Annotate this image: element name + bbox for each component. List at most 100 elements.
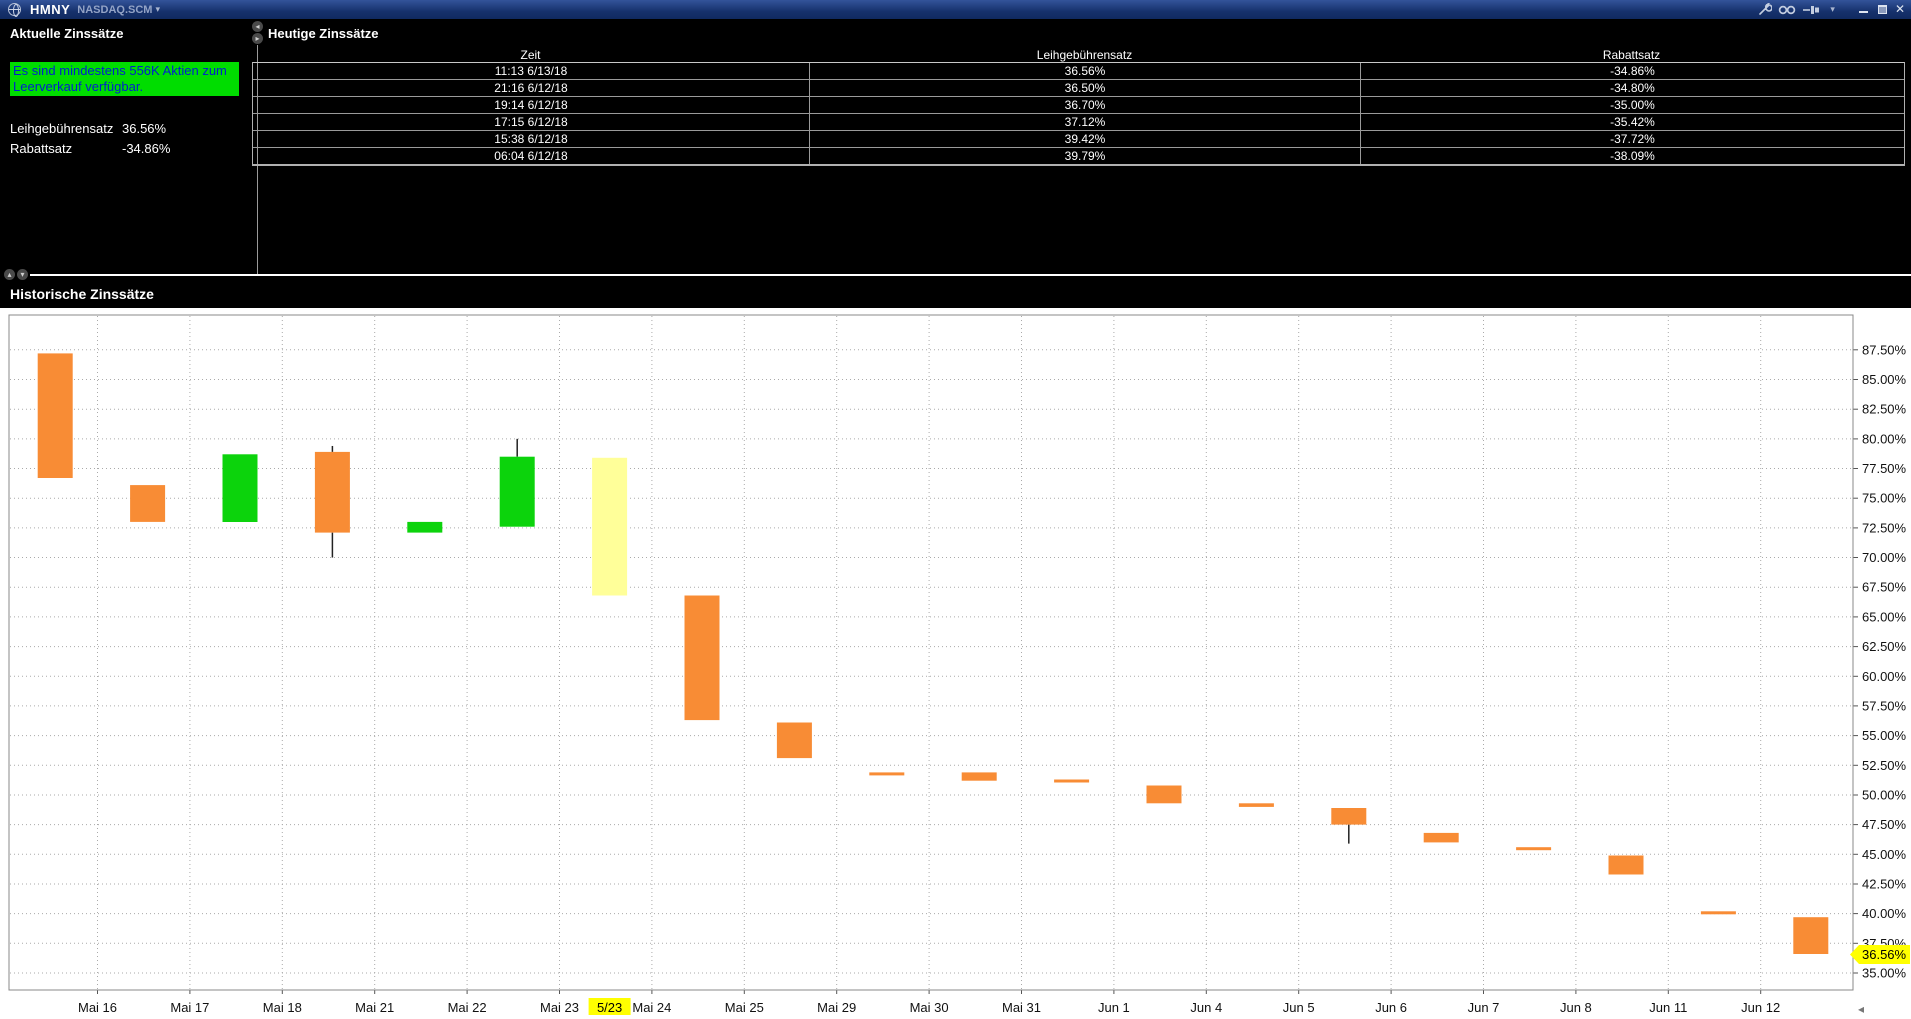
x-axis-tick: Mai 29 xyxy=(817,1000,856,1015)
x-axis-tick: Mai 18 xyxy=(263,1000,302,1015)
table-cell: 21:16 6/12/18 xyxy=(253,80,810,96)
candle xyxy=(685,596,720,721)
table-cell: 39.79% xyxy=(810,148,1361,164)
candle xyxy=(130,485,165,522)
table-row[interactable]: 21:16 6/12/1836.50%-34.80% xyxy=(253,80,1904,97)
candle xyxy=(869,772,904,775)
candle xyxy=(38,353,73,478)
table-cell: 39.42% xyxy=(810,131,1361,147)
candle xyxy=(1516,847,1551,850)
table-cell: 17:15 6/12/18 xyxy=(253,114,810,130)
candle xyxy=(777,723,812,759)
candle xyxy=(1793,917,1828,954)
candle xyxy=(1147,786,1182,804)
pin-icon[interactable] xyxy=(1803,5,1821,15)
app-window: HMNY NASDAQ.SCM ▾ ▾ ✕ Aktuelle Zinssätze… xyxy=(0,0,1911,1019)
table-cell: 11:13 6/13/18 xyxy=(253,63,810,79)
shortable-notice-line1: Es sind mindestens 556K Aktien zum xyxy=(13,63,236,79)
candle xyxy=(1331,808,1366,825)
y-axis-tick: 67.50% xyxy=(1862,580,1907,595)
history-chart: 87.50%85.00%82.50%80.00%77.50%75.00%72.5… xyxy=(0,308,1911,1019)
panel-next-button[interactable]: ▸ xyxy=(252,33,263,44)
x-axis-tick: Mai 17 xyxy=(170,1000,209,1015)
splitter-up-button[interactable]: ▴ xyxy=(4,269,15,280)
y-axis-tick: 70.00% xyxy=(1862,550,1907,565)
table-cell: 19:14 6/12/18 xyxy=(253,97,810,113)
x-axis-tick: Mai 25 xyxy=(725,1000,764,1015)
table-row[interactable]: 19:14 6/12/1836.70%-35.00% xyxy=(253,97,1904,114)
table-row[interactable]: 06:04 6/12/1839.79%-38.09% xyxy=(253,148,1904,165)
section-splitter[interactable] xyxy=(30,274,1911,276)
cursor-x-label: 5/23 xyxy=(597,1000,622,1015)
table-header-row: Zeit Leihgebührensatz Rabattsatz xyxy=(252,48,1905,62)
candle xyxy=(315,452,350,533)
x-axis-tick: Mai 30 xyxy=(910,1000,949,1015)
x-axis-tick: Mai 16 xyxy=(78,1000,117,1015)
table-row[interactable]: 15:38 6/12/1839.42%-37.72% xyxy=(253,131,1904,148)
title-bar: HMNY NASDAQ.SCM ▾ ▾ ✕ xyxy=(0,0,1911,19)
minimize-button[interactable] xyxy=(1857,4,1870,15)
rebate-rate-label: Rabattsatz xyxy=(10,141,72,156)
y-axis-tick: 82.50% xyxy=(1862,402,1907,417)
table-cell: 37.12% xyxy=(810,114,1361,130)
axis-corner-marker: ◂ xyxy=(1858,1002,1864,1016)
shortable-notice: Es sind mindestens 556K Aktien zum Leerv… xyxy=(10,62,239,96)
symbol-dropdown-caret[interactable]: ▾ xyxy=(155,4,160,15)
y-axis-tick: 60.00% xyxy=(1862,669,1907,684)
y-axis-tick: 47.50% xyxy=(1862,817,1907,832)
current-rates-title: Aktuelle Zinssätze xyxy=(10,26,123,41)
column-header-rabattsatz[interactable]: Rabattsatz xyxy=(1360,48,1903,62)
x-axis-tick: Jun 12 xyxy=(1741,1000,1780,1015)
y-axis-tick: 50.00% xyxy=(1862,788,1907,803)
y-axis-tick: 35.00% xyxy=(1862,966,1907,981)
candle xyxy=(592,458,627,596)
x-axis-tick: Jun 8 xyxy=(1560,1000,1592,1015)
link-icon[interactable] xyxy=(1778,5,1797,15)
fee-rate-label: Leihgebührensatz xyxy=(10,121,113,136)
close-button[interactable]: ✕ xyxy=(1895,4,1905,15)
wrench-icon[interactable] xyxy=(1758,3,1772,16)
today-rates-title: Heutige Zinssätze xyxy=(268,26,379,41)
table-row[interactable]: 17:15 6/12/1837.12%-35.42% xyxy=(253,114,1904,131)
candle xyxy=(1609,856,1644,875)
x-axis-tick: Mai 31 xyxy=(1002,1000,1041,1015)
candle xyxy=(1424,833,1459,843)
candlestick-chart[interactable]: 87.50%85.00%82.50%80.00%77.50%75.00%72.5… xyxy=(0,308,1911,1019)
table-cell: 06:04 6/12/18 xyxy=(253,148,810,164)
panel-prev-button[interactable]: ◂ xyxy=(252,21,263,32)
table-cell: 36.50% xyxy=(810,80,1361,96)
candle xyxy=(1239,803,1274,807)
column-header-leihgebuehrensatz[interactable]: Leihgebührensatz xyxy=(809,48,1360,62)
y-axis-tick: 52.50% xyxy=(1862,758,1907,773)
candle xyxy=(1054,780,1089,783)
y-axis-tick: 65.00% xyxy=(1862,609,1907,624)
table-body: 11:13 6/13/1836.56%-34.86%21:16 6/12/183… xyxy=(252,62,1905,166)
pin-dropdown-caret[interactable]: ▾ xyxy=(1830,4,1835,15)
maximize-button[interactable] xyxy=(1876,4,1889,15)
table-cell: -35.42% xyxy=(1361,114,1904,130)
table-cell: -34.80% xyxy=(1361,80,1904,96)
candle xyxy=(500,457,535,527)
fee-rate-value: 36.56% xyxy=(122,121,166,136)
candle xyxy=(1701,911,1736,914)
x-axis-tick: Jun 5 xyxy=(1283,1000,1315,1015)
candle xyxy=(223,454,258,522)
y-axis-tick: 77.50% xyxy=(1862,461,1907,476)
x-axis-tick: Mai 21 xyxy=(355,1000,394,1015)
y-axis-tick: 42.50% xyxy=(1862,877,1907,892)
shortable-notice-line2: Leerverkauf verfügbar. xyxy=(13,79,236,95)
y-axis-tick: 87.50% xyxy=(1862,342,1907,357)
table-cell: -37.72% xyxy=(1361,131,1904,147)
table-cell: 36.56% xyxy=(810,63,1361,79)
y-axis-tick: 40.00% xyxy=(1862,906,1907,921)
table-row[interactable]: 11:13 6/13/1836.56%-34.86% xyxy=(253,63,1904,80)
table-cell: -38.09% xyxy=(1361,148,1904,164)
column-header-zeit[interactable]: Zeit xyxy=(252,48,809,62)
table-cell: 15:38 6/12/18 xyxy=(253,131,810,147)
symbol-label: HMNY xyxy=(30,2,70,17)
y-axis-tick: 62.50% xyxy=(1862,639,1907,654)
history-title: Historische Zinssätze xyxy=(10,286,154,302)
splitter-down-button[interactable]: ▾ xyxy=(17,269,28,280)
y-axis-tick: 75.00% xyxy=(1862,491,1907,506)
x-axis-tick: Jun 11 xyxy=(1649,1000,1687,1015)
